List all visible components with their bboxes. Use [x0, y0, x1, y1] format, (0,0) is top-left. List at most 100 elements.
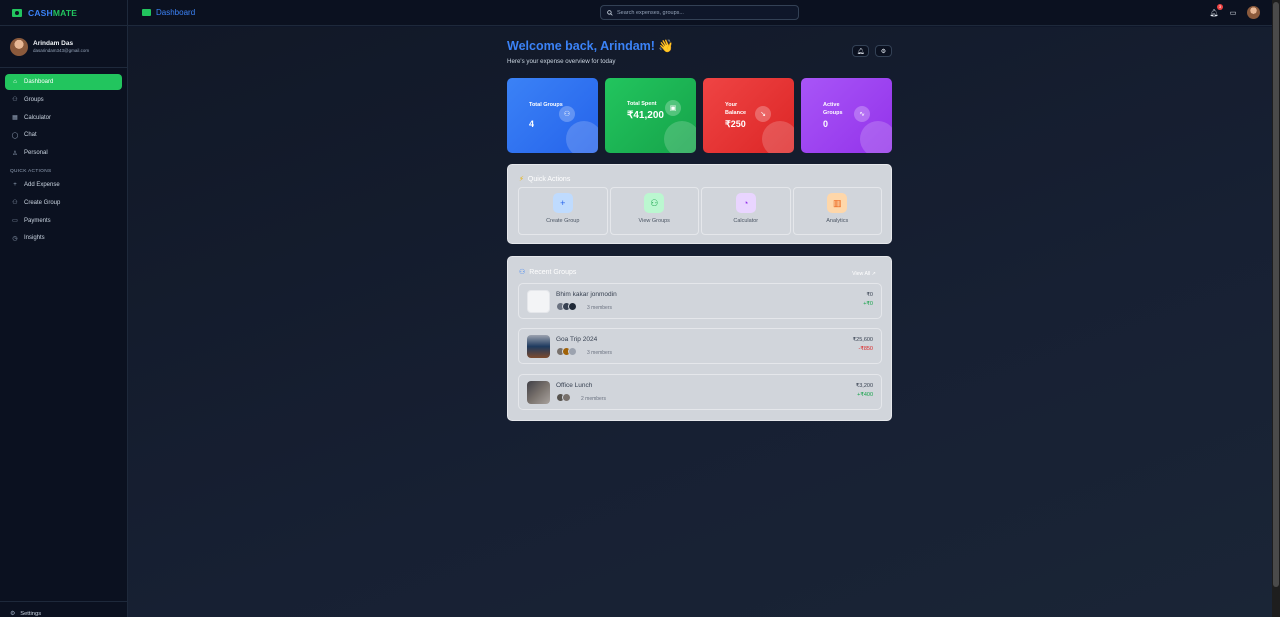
sidebar-item-groups[interactable]: ⚇ Groups: [5, 92, 122, 108]
user-icon: ♙: [12, 150, 18, 157]
sidebar-item-chat[interactable]: ◯ Chat: [5, 127, 122, 143]
stat-value: 4: [529, 119, 535, 129]
breadcrumb: Dashboard: [142, 8, 195, 17]
lightning-icon: ⚡︎: [519, 176, 524, 183]
plus-icon: +: [13, 181, 17, 188]
member-avatars: [556, 302, 577, 311]
stat-value: ₹41,200: [627, 110, 664, 121]
chat-icon: ◯: [11, 132, 19, 139]
sidebar-item-personal[interactable]: ♙ Personal: [5, 145, 122, 161]
stat-value: 0: [823, 119, 829, 129]
card-icon: ▭: [12, 218, 18, 225]
avatar: [568, 347, 577, 356]
users-icon: ⚇: [559, 106, 575, 122]
stat-label: Active Groups: [823, 102, 843, 116]
bell-icon: 🔔︎: [1209, 9, 1219, 17]
group-name: Office Lunch: [556, 382, 593, 389]
settings-label: Settings: [20, 611, 42, 617]
gear-icon: ⚙: [880, 48, 887, 55]
wallet-icon: [12, 8, 22, 17]
page-title: Dashboard: [156, 8, 196, 17]
stat-card-active-groups[interactable]: Active Groups 0 ∿: [801, 78, 892, 153]
wave-icon: 👋: [657, 39, 674, 53]
group-amount: ₹0: [866, 292, 873, 298]
sidebar-item-label: Personal: [24, 150, 48, 157]
quick-action-label: Analytics: [826, 218, 849, 224]
brand-logo[interactable]: CASHMATE: [0, 0, 127, 26]
sidebar-item-label: Dashboard: [24, 79, 54, 85]
users-icon: ⚇: [12, 97, 18, 104]
group-thumbnail: [527, 290, 550, 313]
avatar[interactable]: [1247, 6, 1260, 19]
sidebar-nav: ⌂ Dashboard ⚇ Groups ▦ Calculator ◯ Chat ♙ Pe…: [0, 68, 127, 246]
sidebar-item-label: Add Expense: [24, 181, 60, 188]
group-thumbnail: [527, 381, 550, 404]
group-balance: -₹850: [858, 346, 873, 352]
notifications-button[interactable]: 🔔︎ 3: [1209, 3, 1223, 18]
users-icon: ⚇: [644, 193, 665, 213]
calculator-icon: ▦: [12, 115, 18, 122]
group-name: Goa Trip 2024: [556, 336, 598, 343]
sidebar-item-calculator[interactable]: ▦ Calculator: [5, 110, 122, 126]
clock-icon: ◷: [12, 235, 18, 242]
quick-action-calculator[interactable]: ◔ Calculator: [701, 187, 791, 235]
page-scrollbar[interactable]: [1272, 0, 1280, 617]
stats-cards: Total Groups 4 ⚇ Total Spent ₹41,200 ▣ Y…: [507, 78, 892, 153]
stat-label: Total Groups: [529, 102, 563, 108]
group-row-bhim-kakar[interactable]: Bhim kakar jonmodin 3 members ₹0 +₹0: [518, 283, 882, 319]
panel-title: ⚡︎ Quick Actions: [519, 175, 571, 184]
search-icon: [607, 9, 613, 16]
quick-action-create-group[interactable]: + Create Group: [518, 187, 608, 235]
group-balance: +₹0: [863, 301, 873, 307]
group-members: 3 members: [587, 305, 613, 311]
stat-card-your-balance[interactable]: Your Balance ₹250 ↘: [703, 78, 794, 153]
stat-label: Your Balance: [725, 102, 747, 116]
notifications-button[interactable]: 🔔︎: [852, 45, 869, 57]
member-avatars: [556, 347, 577, 356]
group-row-goa-trip[interactable]: Goa Trip 2024 3 members ₹25,600 -₹850: [518, 328, 882, 364]
search-box[interactable]: [600, 5, 799, 20]
bar-chart-icon: ▥: [827, 193, 848, 213]
quick-action-analytics[interactable]: ▥ Analytics: [792, 187, 882, 235]
group-thumbnail: [527, 335, 550, 358]
monitor-button[interactable]: ▭: [1228, 8, 1238, 18]
stat-value: ₹250: [725, 119, 746, 129]
stat-card-total-spent[interactable]: Total Spent ₹41,200 ▣: [605, 78, 696, 153]
quick-action-view-groups[interactable]: ⚇ View Groups: [609, 187, 699, 235]
sidebar-item-create-group[interactable]: ⚇ Create Group: [5, 195, 122, 211]
avatar: [10, 37, 28, 56]
user-profile[interactable]: Arindam Das dasarindam343@gmail.com: [0, 34, 127, 68]
avatar: [562, 393, 571, 402]
view-all-link[interactable]: View All ↗: [852, 271, 876, 277]
sidebar-item-add-expense[interactable]: + Add Expense: [5, 177, 122, 193]
brand-name: CASHMATE: [28, 7, 78, 18]
group-row-office-lunch[interactable]: Office Lunch 2 members ₹3,200 +₹400: [518, 374, 882, 410]
sidebar: CASHMATE Arindam Das dasarindam343@gmail…: [0, 0, 128, 617]
sidebar-item-label: Groups: [24, 96, 44, 103]
activity-icon: ∿: [854, 106, 870, 122]
recent-groups-panel: ⚇ Recent Groups View All ↗ Bhim kakar jon…: [507, 256, 892, 421]
user-plus-icon: ⚇: [12, 200, 18, 207]
welcome-subtitle: Here's your expense overview for today: [507, 58, 616, 65]
sidebar-item-settings[interactable]: ⚙ Settings: [0, 601, 127, 617]
settings-button[interactable]: ⚙: [875, 45, 892, 57]
panel-title: ⚇ Recent Groups: [519, 268, 577, 277]
wallet-icon: [142, 9, 151, 16]
quick-action-label: View Groups: [638, 218, 670, 224]
search-input[interactable]: [617, 9, 797, 16]
monitor-icon: ▭: [1229, 9, 1237, 17]
sidebar-item-dashboard[interactable]: ⌂ Dashboard: [5, 74, 122, 90]
sidebar-item-label: Chat: [24, 132, 37, 139]
wallet-icon: ▣: [665, 100, 681, 116]
quick-action-label: Calculator: [733, 218, 759, 224]
stat-card-total-groups[interactable]: Total Groups 4 ⚇: [507, 78, 598, 153]
gear-icon: ⚙: [10, 611, 16, 617]
sidebar-item-insights[interactable]: ◷ Insights: [5, 230, 122, 246]
user-name: Arindam Das: [33, 40, 74, 47]
group-balance: +₹400: [857, 392, 873, 398]
sidebar-item-payments[interactable]: ▭ Payments: [5, 213, 122, 229]
group-members: 3 members: [587, 350, 613, 356]
group-amount: ₹3,200: [855, 383, 873, 389]
scrollbar-thumb[interactable]: [1273, 2, 1279, 587]
home-icon: ⌂: [13, 79, 17, 85]
